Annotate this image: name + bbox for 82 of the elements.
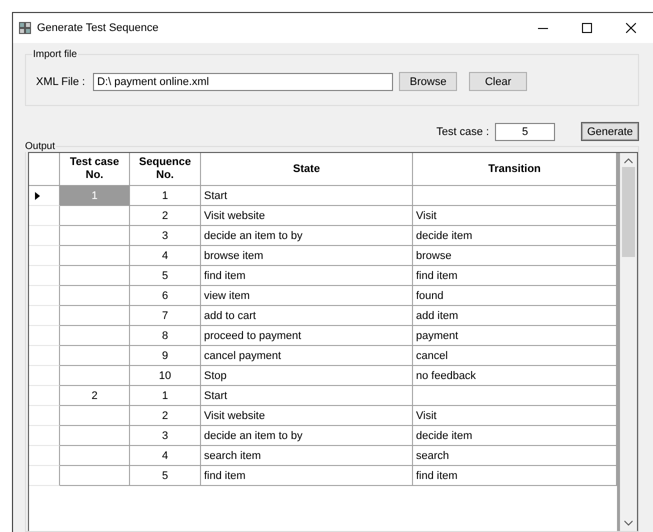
table-cell[interactable]: payment	[413, 326, 617, 346]
table-cell[interactable]: 3	[130, 226, 201, 246]
table-cell[interactable]: browse item	[201, 246, 413, 266]
table-cell[interactable]: find item	[201, 266, 413, 286]
window-title: Generate Test Sequence	[37, 22, 160, 34]
xml-file-field[interactable]: D:\ payment online.xml	[93, 72, 394, 90]
table-cell[interactable]: 2	[130, 406, 201, 426]
table-cell[interactable]: 7	[130, 306, 201, 326]
generate-button[interactable]: Generate	[581, 122, 639, 141]
scrollbar[interactable]	[620, 153, 637, 531]
table-cell[interactable]: 8	[130, 326, 201, 346]
table-cell[interactable]: Visit	[413, 206, 617, 226]
table-cell[interactable]: add to cart	[201, 306, 413, 326]
row-header[interactable]	[29, 186, 60, 206]
test-case-field[interactable]: 5	[495, 122, 555, 140]
table-cell[interactable]	[60, 446, 130, 466]
column-header[interactable]: Sequence No.	[130, 153, 201, 186]
scroll-up-icon[interactable]	[624, 158, 633, 164]
table-cell[interactable]: 1	[130, 386, 201, 406]
maximize-icon[interactable]	[582, 23, 592, 33]
table-cell[interactable]: decide item	[413, 226, 617, 246]
table-cell[interactable]: Visit website	[201, 406, 413, 426]
table-cell[interactable]	[60, 306, 130, 326]
browse-button[interactable]: Browse	[399, 72, 458, 91]
table-cell[interactable]	[60, 466, 130, 486]
scroll-down-icon[interactable]	[624, 520, 633, 526]
scrollbar-thumb[interactable]	[622, 167, 635, 257]
table-cell[interactable]: Stop	[201, 366, 413, 386]
table-cell[interactable]	[60, 246, 130, 266]
table-cell[interactable]: Start	[201, 186, 413, 206]
field-label: XML File :	[36, 76, 86, 88]
table-cell[interactable]: view item	[201, 286, 413, 306]
column-header[interactable]: Test case No.	[60, 153, 130, 186]
table-cell[interactable]: add item	[413, 306, 617, 326]
table-cell[interactable]: 2	[130, 206, 201, 226]
column-header[interactable]: Transition	[413, 153, 617, 186]
group-title: Import file	[32, 49, 78, 60]
table-cell[interactable]: 10	[130, 366, 201, 386]
table-cell[interactable]	[413, 186, 617, 206]
table-cell[interactable]	[60, 206, 130, 226]
close-icon[interactable]	[626, 23, 636, 33]
table-cell[interactable]: found	[413, 286, 617, 306]
table-cell[interactable]	[60, 286, 130, 306]
table-cell[interactable]	[60, 426, 130, 446]
table-cell[interactable]	[60, 366, 130, 386]
table-cell[interactable]: browse	[413, 246, 617, 266]
table-cell[interactable]: search	[413, 446, 617, 466]
table-cell[interactable]: find item	[413, 466, 617, 486]
table-cell[interactable]: 4	[130, 446, 201, 466]
clear-button[interactable]: Clear	[469, 72, 528, 91]
table-cell[interactable]: 1	[130, 186, 201, 206]
table-cell[interactable]: find item	[413, 266, 617, 286]
table-cell[interactable]: 6	[130, 286, 201, 306]
table-cell[interactable]: 4	[130, 246, 201, 266]
table-cell[interactable]: cancel payment	[201, 346, 413, 366]
table-cell[interactable]: no feedback	[413, 366, 617, 386]
group-title: Output	[24, 141, 56, 152]
table-cell[interactable]: 3	[130, 426, 201, 446]
table-cell[interactable]: Visit website	[201, 206, 413, 226]
table-cell[interactable]: find item	[201, 466, 413, 486]
table-cell[interactable]	[60, 346, 130, 366]
table-cell[interactable]: decide an item to by	[201, 426, 413, 446]
app-icon	[19, 22, 31, 34]
table-cell[interactable]	[60, 266, 130, 286]
current-row-icon	[35, 192, 40, 200]
table-cell[interactable]	[413, 386, 617, 406]
table-cell[interactable]: search item	[201, 446, 413, 466]
table-cell[interactable]: 5	[130, 466, 201, 486]
table-cell[interactable]: 5	[130, 266, 201, 286]
table-cell[interactable]: cancel	[413, 346, 617, 366]
table-cell[interactable]: 2	[60, 386, 130, 406]
table-cell[interactable]: proceed to payment	[201, 326, 413, 346]
table-cell[interactable]	[60, 406, 130, 426]
table-cell[interactable]: Visit	[413, 406, 617, 426]
column-header[interactable]: State	[201, 153, 413, 186]
table-cell[interactable]: Start	[201, 386, 413, 406]
table-cell[interactable]: 9	[130, 346, 201, 366]
test-case-label: Test case :	[436, 126, 489, 138]
table-cell[interactable]: decide item	[413, 426, 617, 446]
table-cell[interactable]	[60, 326, 130, 346]
table-cell[interactable]	[60, 226, 130, 246]
table-cell[interactable]: decide an item to by	[201, 226, 413, 246]
